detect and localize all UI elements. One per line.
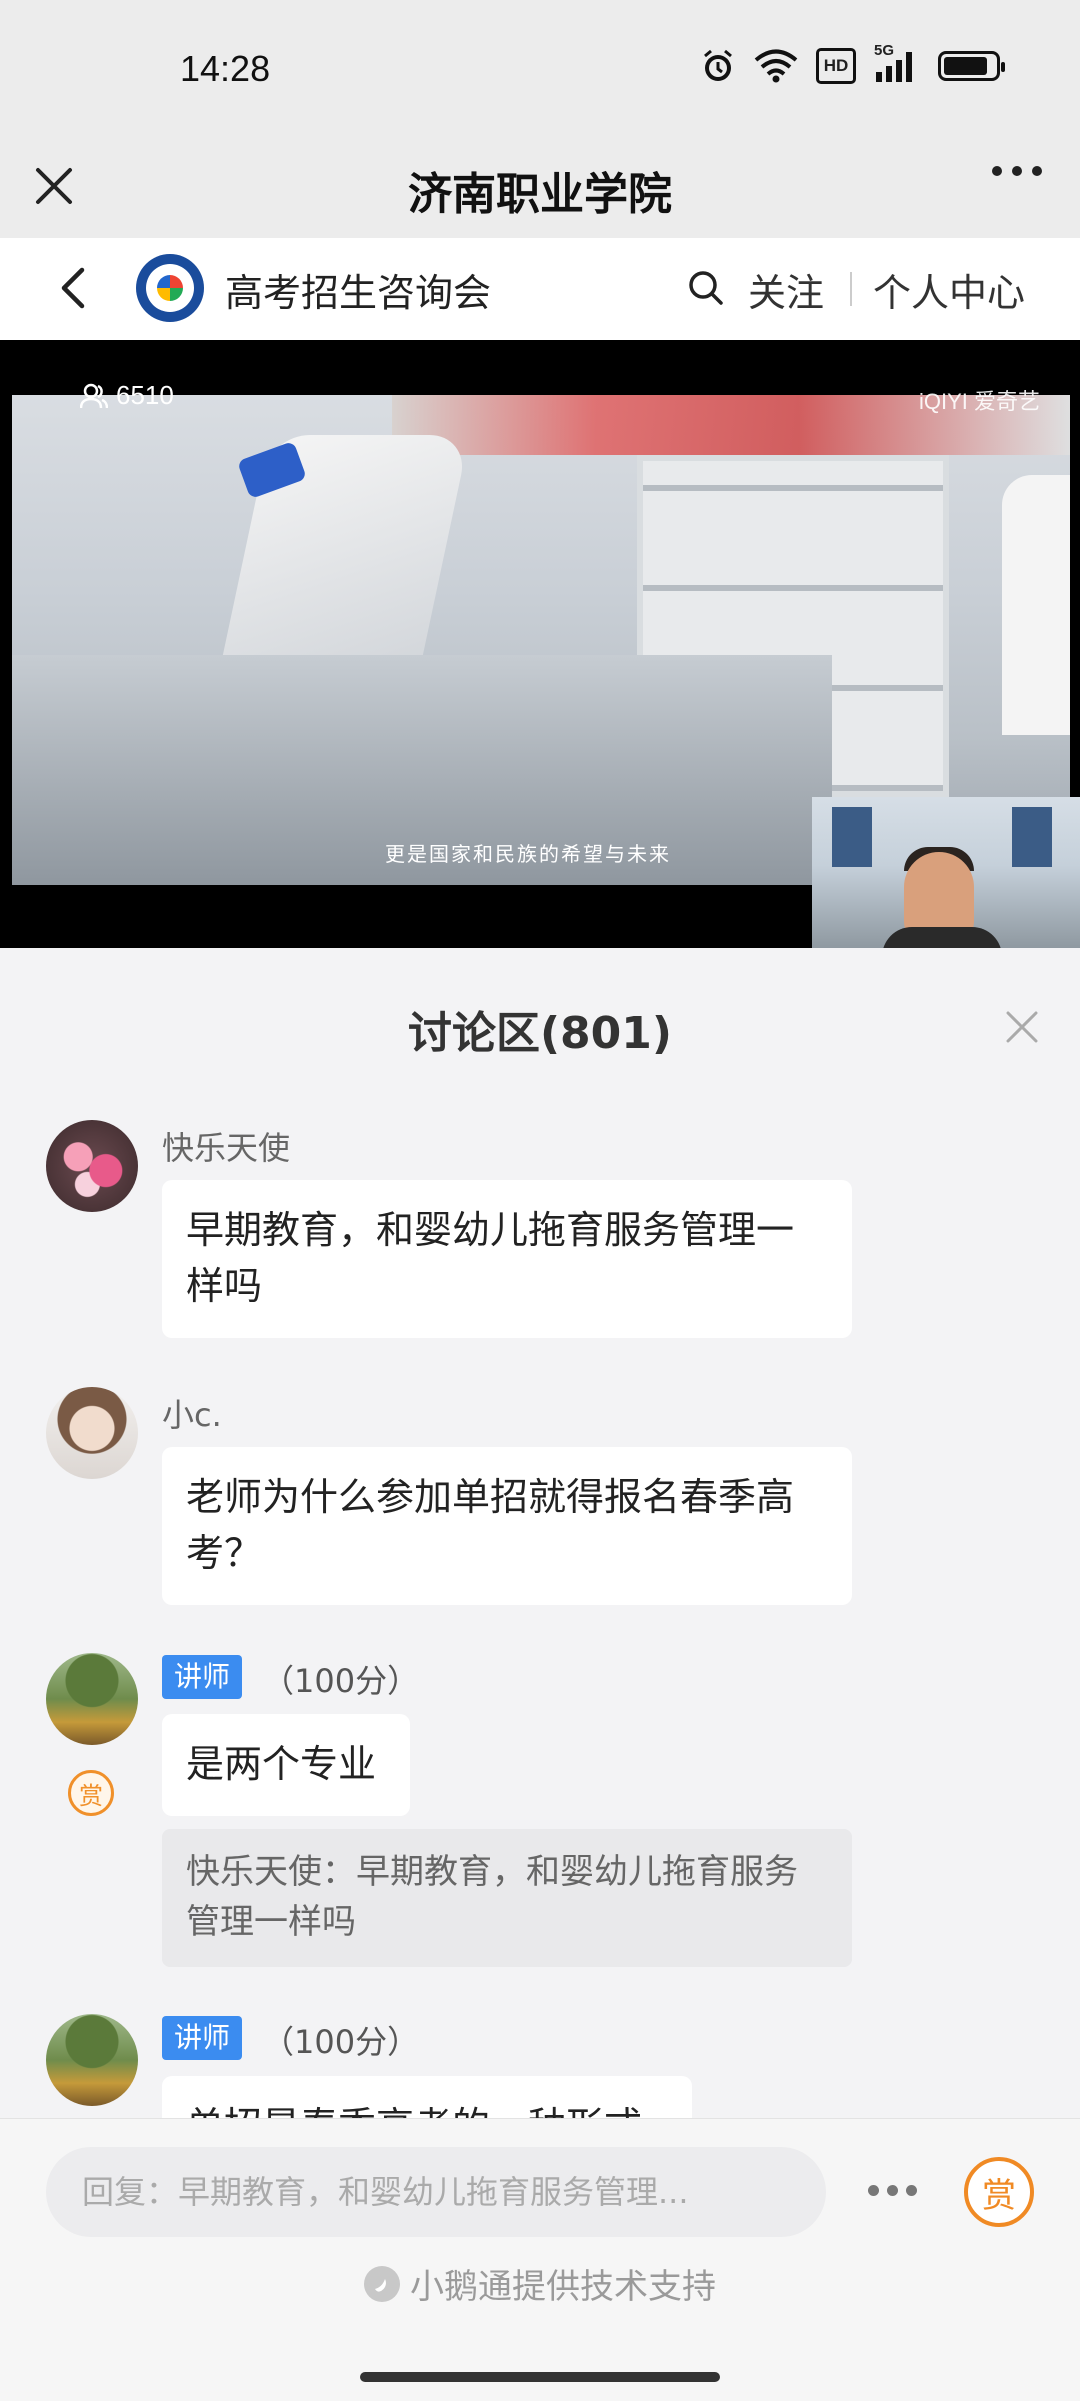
viewer-count: 6510: [80, 380, 174, 411]
tech-support-note: 小鹅通提供技术支持: [0, 2259, 1080, 2308]
avatar[interactable]: [46, 1653, 138, 1745]
goose-logo-icon: [364, 2265, 400, 2302]
search-icon[interactable]: [686, 268, 726, 308]
reward-button[interactable]: 赏: [964, 2157, 1034, 2227]
status-icons: HD 5G: [700, 42, 1005, 86]
back-arrow-icon[interactable]: [50, 262, 100, 314]
tech-support-text: 小鹅通提供技术支持: [410, 2267, 716, 2307]
wifi-icon: [754, 46, 798, 86]
channel-name: 高考招生咨询会: [225, 271, 492, 315]
presenter-pip-video[interactable]: [812, 797, 1080, 948]
header-divider: [850, 272, 852, 306]
battery-icon: [938, 51, 1005, 81]
more-actions-button[interactable]: [868, 2185, 917, 2196]
signal-5g-icon: 5G: [874, 42, 920, 86]
page-title: 济南职业学院: [408, 169, 672, 220]
reply-input[interactable]: [46, 2147, 826, 2237]
score-label: （100分）: [262, 2023, 420, 2061]
avatar[interactable]: [46, 1120, 138, 1212]
message-bubble: 是两个专业: [162, 1714, 410, 1816]
more-dot: [868, 2185, 879, 2196]
video-subtitle: 更是国家和民族的希望与未来: [385, 842, 671, 866]
school-logo: [136, 254, 204, 322]
personal-center-link[interactable]: 个人中心: [873, 262, 1025, 317]
more-dot: [887, 2185, 898, 2196]
score-label: （100分）: [262, 1662, 420, 1700]
more-dot: [906, 2185, 917, 2196]
more-options-button[interactable]: [992, 166, 1042, 176]
viewer-count-value: 6510: [116, 380, 174, 410]
more-dot: [992, 166, 1002, 176]
status-bar: 14:28 HD 5G: [0, 0, 1080, 140]
discussion-title: 讨论区(801): [407, 1008, 673, 1059]
reward-badge[interactable]: 赏: [68, 1770, 114, 1816]
message-username: 小c.: [162, 1396, 222, 1434]
avatar[interactable]: [46, 2014, 138, 2106]
alarm-icon: [700, 46, 736, 86]
lecturer-badge: 讲师: [162, 1655, 243, 1699]
video-player[interactable]: 6510 iQIYI 爱奇艺 更是国家和民族的希望与未来: [0, 340, 1080, 948]
reply-bar: 赏 小鹅通提供技术支持: [0, 2118, 1080, 2401]
viewers-icon: [80, 383, 108, 408]
video-watermark: iQIYI 爱奇艺: [918, 389, 1040, 414]
avatar[interactable]: [46, 1387, 138, 1479]
lecturer-badge: 讲师: [162, 2016, 243, 2060]
hd-icon: HD: [816, 48, 856, 84]
message-username: 快乐天使: [162, 1129, 291, 1167]
more-dot: [1012, 166, 1022, 176]
top-nav-bar: 济南职业学院: [0, 140, 1080, 238]
message-bubble: 老师为什么参加单招就得报名春季高考？: [162, 1447, 852, 1605]
discussion-close-icon[interactable]: [1002, 1007, 1042, 1047]
channel-header: 高考招生咨询会 关注 个人中心: [0, 238, 1080, 340]
follow-button[interactable]: 关注: [748, 262, 824, 317]
home-indicator[interactable]: [360, 2372, 720, 2382]
message-bubble: 早期教育，和婴幼儿拖育服务管理一样吗: [162, 1180, 852, 1338]
quoted-message: 快乐天使：早期教育，和婴幼儿拖育服务管理一样吗: [162, 1829, 852, 1967]
more-dot: [1032, 166, 1042, 176]
signal-label: 5G: [874, 42, 895, 59]
status-time: 14:28: [180, 48, 271, 89]
